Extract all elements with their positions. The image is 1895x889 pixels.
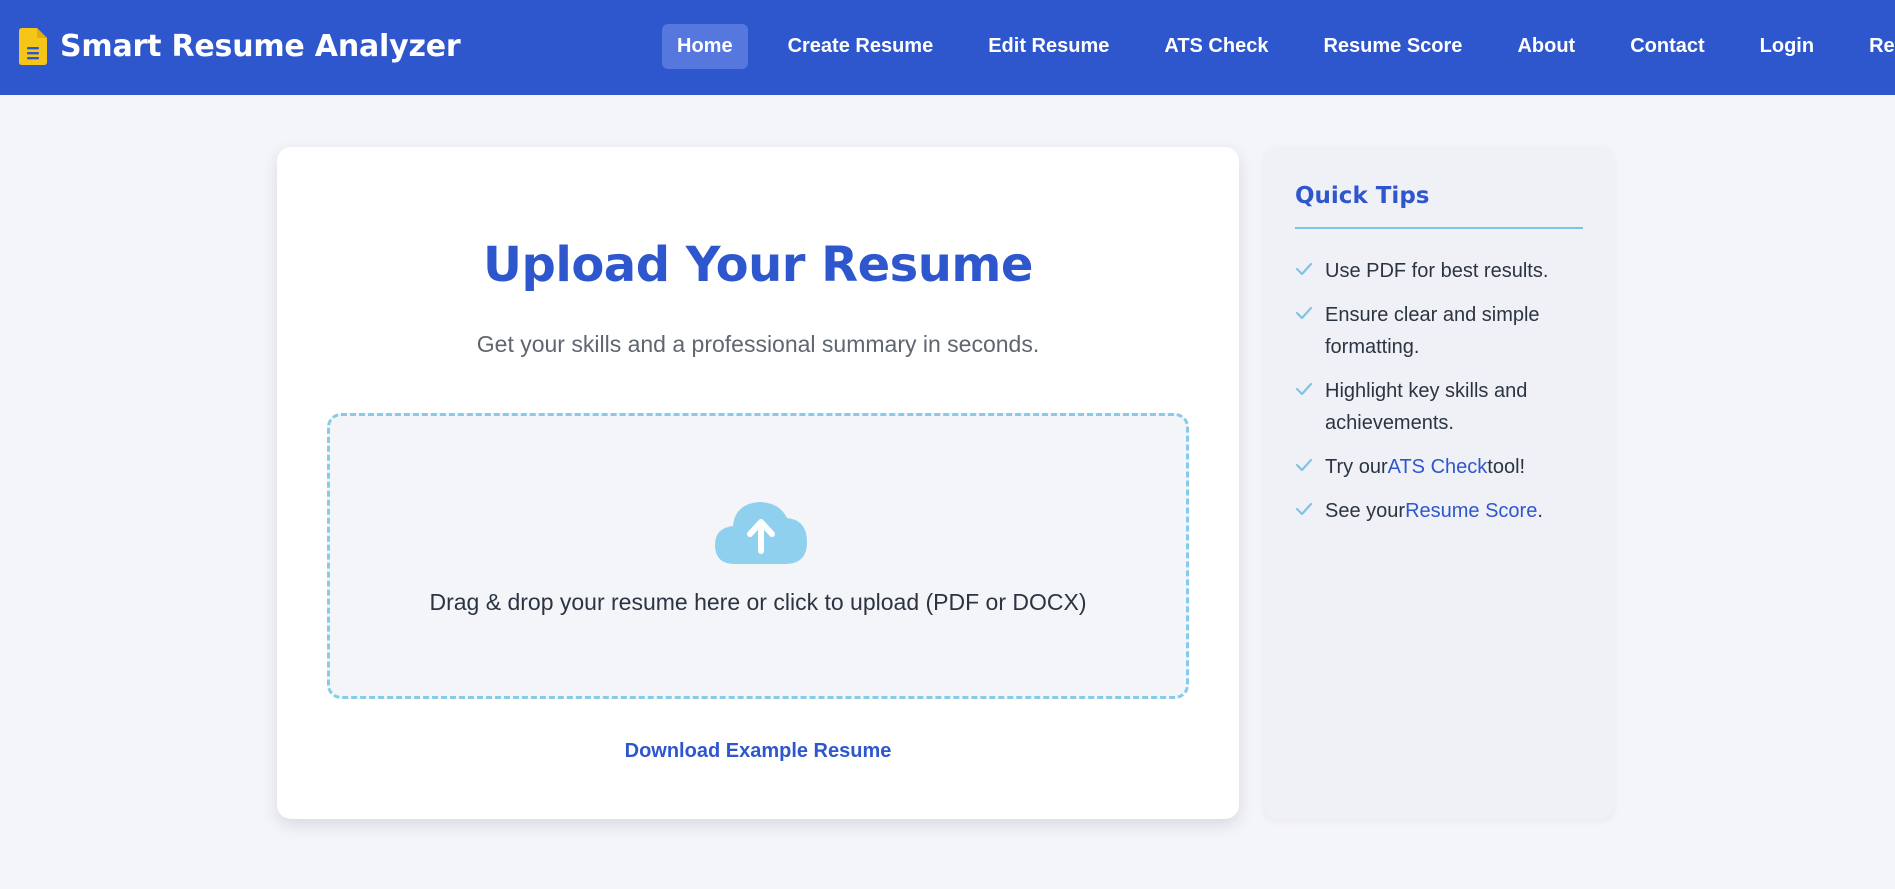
tip-text: Highlight key skills and achievements.	[1325, 380, 1528, 434]
tip-text: Try ourATS Checktool!	[1325, 451, 1525, 483]
nav-home[interactable]: Home	[662, 24, 748, 69]
tip-text: Ensure clear and simple formatting.	[1325, 304, 1540, 358]
check-icon	[1295, 306, 1313, 320]
check-icon	[1295, 458, 1313, 472]
ats-check-link[interactable]: ATS Check	[1388, 456, 1488, 478]
download-example-link[interactable]: Download Example Resume	[277, 740, 1239, 763]
tips-list: Use PDF for best results. Ensure clear a…	[1295, 255, 1585, 539]
nav-create-resume[interactable]: Create Resume	[773, 24, 949, 69]
nav-edit-resume[interactable]: Edit Resume	[973, 24, 1124, 69]
nav-login[interactable]: Login	[1745, 24, 1829, 69]
brand-name: Smart Resume Analyzer	[60, 29, 461, 64]
tip-text-before: See your	[1325, 500, 1406, 522]
tip-item: Highlight key skills and achievements.	[1295, 375, 1585, 439]
nav-resume-score[interactable]: Resume Score	[1308, 24, 1477, 69]
page-subtitle: Get your skills and a professional summa…	[476, 331, 1040, 357]
tip-item: See yourResume Score.	[1295, 495, 1585, 527]
tip-text-after: tool!	[1487, 456, 1526, 478]
resume-dropzone[interactable]: Drag & drop your resume here or click to…	[327, 413, 1189, 699]
resume-score-link[interactable]: Resume Score	[1405, 500, 1537, 522]
quick-tips-panel: Quick Tips Use PDF for best results. Ens…	[1264, 147, 1614, 819]
tips-title: Quick Tips	[1295, 183, 1430, 209]
dropzone-instructions: Drag & drop your resume here or click to…	[429, 589, 1087, 615]
tips-divider	[1295, 227, 1583, 229]
tip-text-after: .	[1537, 500, 1543, 522]
brand[interactable]: Smart Resume Analyzer	[19, 28, 461, 65]
upload-card: Upload Your Resume Get your skills and a…	[277, 147, 1239, 819]
cloud-upload-icon	[715, 502, 807, 564]
check-icon	[1295, 382, 1313, 396]
nav-contact[interactable]: Contact	[1615, 24, 1719, 69]
page-title: Upload Your Resume	[483, 237, 1033, 293]
nav-about[interactable]: About	[1502, 24, 1590, 69]
tip-item: Try ourATS Checktool!	[1295, 451, 1585, 483]
tip-item: Ensure clear and simple formatting.	[1295, 299, 1585, 363]
check-icon	[1295, 262, 1313, 276]
tip-text-before: Try our	[1325, 456, 1388, 478]
top-navbar: Smart Resume Analyzer Home Create Resume…	[0, 0, 1895, 95]
nav-ats-check[interactable]: ATS Check	[1149, 24, 1283, 69]
document-icon	[19, 28, 47, 65]
tip-text: Use PDF for best results.	[1325, 260, 1549, 282]
tip-text: See yourResume Score.	[1325, 495, 1543, 527]
nav-register[interactable]: Register	[1854, 24, 1895, 69]
tip-item: Use PDF for best results.	[1295, 255, 1585, 287]
main-nav: Home Create Resume Edit Resume ATS Check…	[662, 24, 1895, 69]
check-icon	[1295, 502, 1313, 516]
